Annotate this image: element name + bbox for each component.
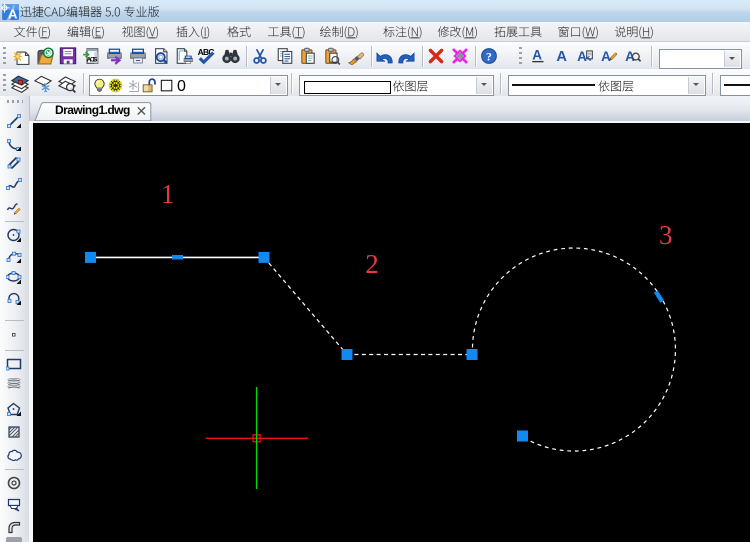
svg-text:A: A (532, 47, 542, 62)
svg-text:A: A (556, 49, 567, 65)
svg-text:ACIS: ACIS (87, 56, 98, 63)
svg-text:A: A (625, 49, 635, 64)
svg-text:A: A (8, 6, 17, 20)
svg-text:?: ? (486, 49, 492, 63)
svg-text:A: A (577, 49, 587, 64)
svg-text:A: A (601, 49, 611, 64)
